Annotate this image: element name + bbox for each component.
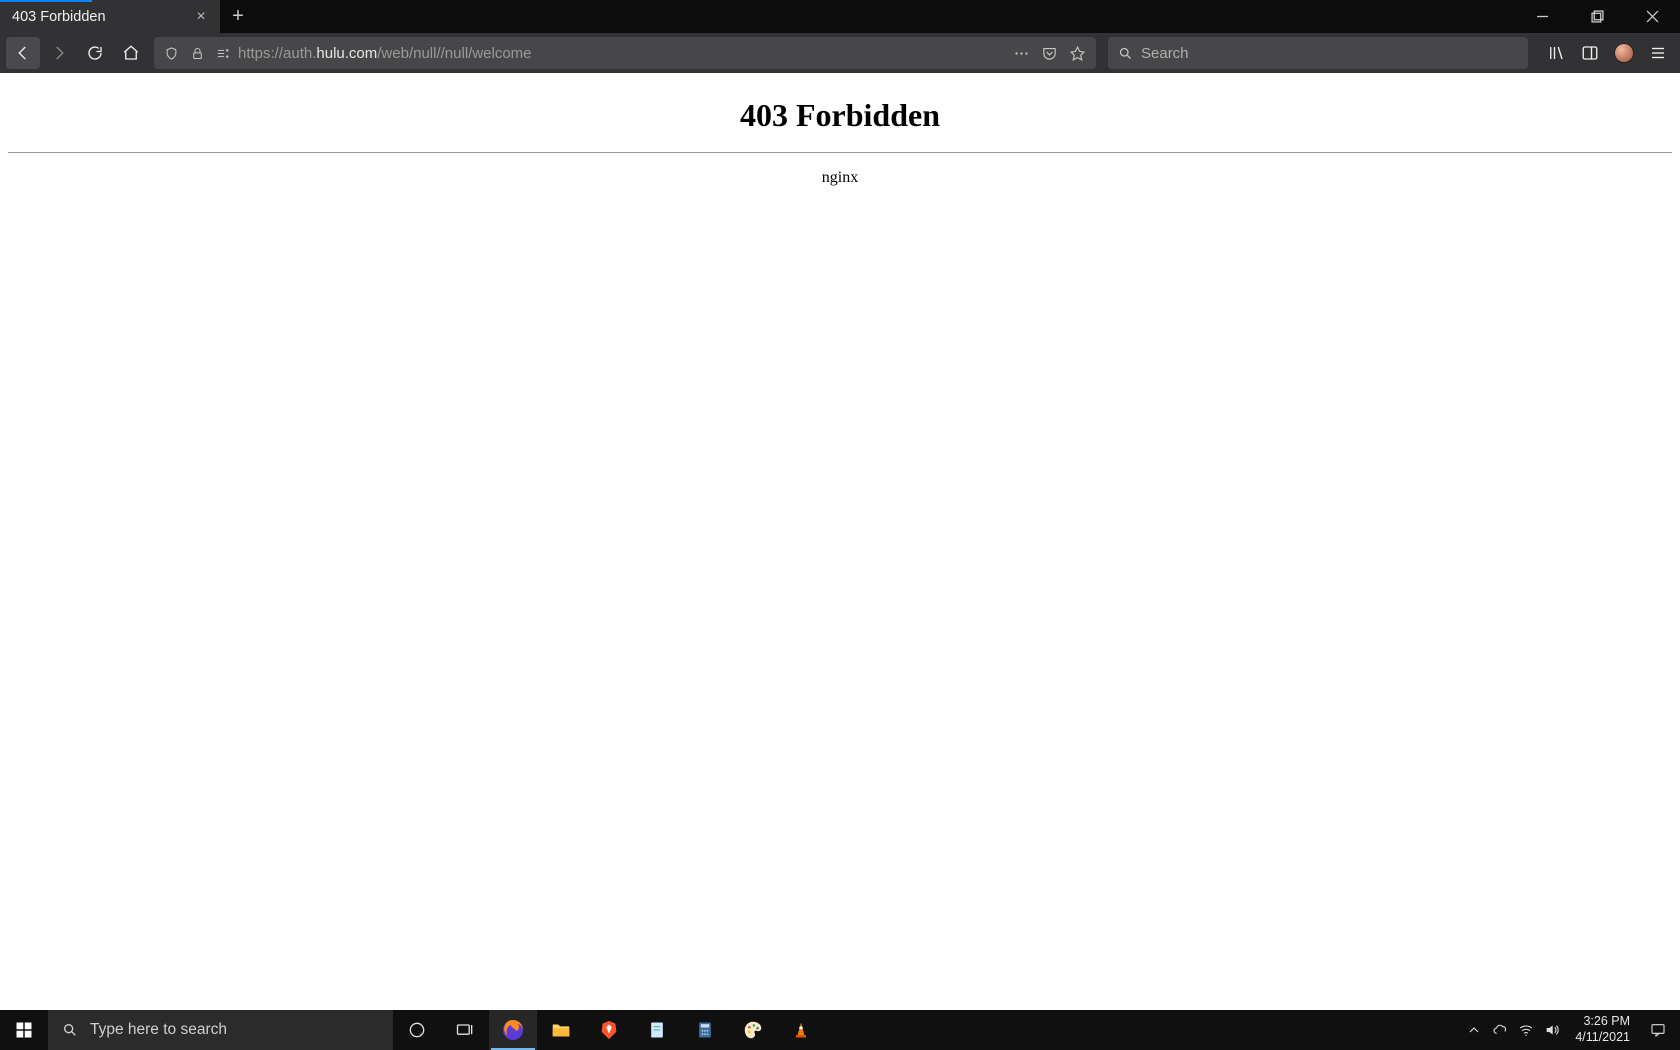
nav-forward-button[interactable] <box>42 37 76 69</box>
url-text: https://auth.hulu.com/web/null//null/wel… <box>238 45 1004 62</box>
clock-date: 4/11/2021 <box>1575 1030 1630 1046</box>
action-center-icon[interactable] <box>1640 1022 1676 1038</box>
tray-chevron-up-icon[interactable] <box>1461 1022 1487 1038</box>
wifi-icon[interactable] <box>1513 1022 1539 1038</box>
tab-title: 403 Forbidden <box>12 9 192 25</box>
window-maximize-button[interactable] <box>1570 0 1625 33</box>
url-host: hulu.com <box>316 45 377 62</box>
taskbar-search-box[interactable]: Type here to search <box>48 1010 393 1050</box>
search-icon <box>62 1022 78 1038</box>
calculator-icon[interactable] <box>681 1010 729 1050</box>
cortana-icon[interactable] <box>393 1010 441 1050</box>
search-icon <box>1118 46 1133 61</box>
new-tab-button[interactable]: + <box>220 0 256 33</box>
taskbar-clock[interactable]: 3:26 PM 4/11/2021 <box>1565 1014 1640 1045</box>
window-close-button[interactable] <box>1625 0 1680 33</box>
nav-reload-button[interactable] <box>78 37 112 69</box>
browser-toolbar: https://auth.hulu.com/web/null//null/wel… <box>0 33 1680 73</box>
lock-icon[interactable] <box>186 46 208 61</box>
tab-strip: 403 Forbidden × + <box>0 0 1680 33</box>
search-placeholder: Search <box>1141 45 1189 62</box>
clock-time: 3:26 PM <box>1583 1014 1630 1030</box>
taskbar-search-placeholder: Type here to search <box>90 1021 227 1039</box>
app-menu-icon[interactable] <box>1642 37 1674 69</box>
error-heading: 403 Forbidden <box>8 97 1672 134</box>
bookmark-star-icon[interactable] <box>1064 45 1090 62</box>
divider <box>8 152 1672 153</box>
pocket-icon[interactable] <box>1036 45 1062 62</box>
task-view-icon[interactable] <box>441 1010 489 1050</box>
start-button[interactable] <box>0 1010 48 1050</box>
system-tray: 3:26 PM 4/11/2021 <box>1461 1010 1680 1050</box>
tab-loading-indicator <box>0 0 92 2</box>
toolbar-right <box>1536 37 1674 69</box>
volume-icon[interactable] <box>1539 1022 1565 1038</box>
library-icon[interactable] <box>1540 37 1572 69</box>
browser-tab[interactable]: 403 Forbidden × <box>0 0 220 33</box>
onedrive-icon[interactable] <box>1487 1022 1513 1038</box>
permissions-icon[interactable] <box>212 46 234 61</box>
profile-icon[interactable] <box>1608 37 1640 69</box>
vlc-icon[interactable] <box>777 1010 825 1050</box>
server-name: nginx <box>8 169 1672 187</box>
browser-search-bar[interactable]: Search <box>1108 37 1528 69</box>
page-actions-icon[interactable] <box>1008 45 1034 62</box>
file-explorer-icon[interactable] <box>537 1010 585 1050</box>
nav-back-button[interactable] <box>6 37 40 69</box>
url-path: /web/null//null/welcome <box>377 45 531 62</box>
nav-home-button[interactable] <box>114 37 148 69</box>
address-bar[interactable]: https://auth.hulu.com/web/null//null/wel… <box>154 37 1096 69</box>
page-content: 403 Forbidden nginx <box>0 73 1680 1010</box>
paint-icon[interactable] <box>729 1010 777 1050</box>
firefox-icon[interactable] <box>489 1010 537 1050</box>
window-minimize-button[interactable] <box>1515 0 1570 33</box>
windows-taskbar: Type here to search <box>0 1010 1680 1050</box>
brave-icon[interactable] <box>585 1010 633 1050</box>
sidebar-icon[interactable] <box>1574 37 1606 69</box>
tracking-protection-icon[interactable] <box>160 46 182 61</box>
close-tab-icon[interactable]: × <box>192 8 210 25</box>
url-prefix: https://auth. <box>238 45 316 62</box>
window-controls <box>1515 0 1680 33</box>
taskbar-apps <box>393 1010 825 1050</box>
notepad-icon[interactable] <box>633 1010 681 1050</box>
